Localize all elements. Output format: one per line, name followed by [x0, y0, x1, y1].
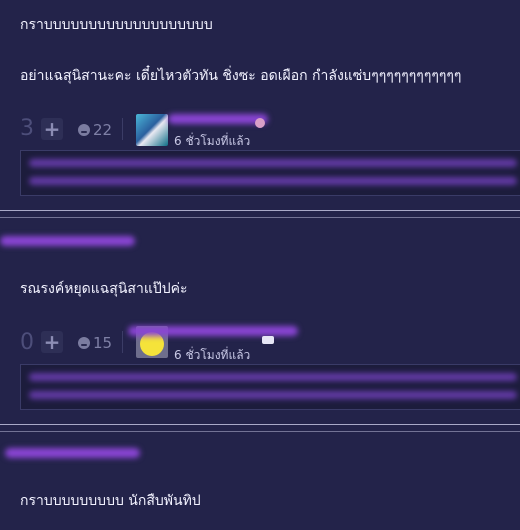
comment-2-signature	[20, 364, 520, 410]
badge-icon	[255, 118, 265, 128]
comment-2-emotion[interactable]: 15	[78, 334, 112, 352]
redacted-username[interactable]	[168, 114, 268, 124]
redacted-username[interactable]	[128, 326, 298, 336]
redacted-comment-header	[5, 448, 140, 458]
redacted-signature-line	[29, 177, 517, 185]
redacted-signature-line	[29, 391, 517, 399]
comment-1-emotion[interactable]: 22	[78, 121, 112, 139]
separator	[0, 424, 520, 425]
emotion-icon	[78, 124, 90, 136]
comment-1-title: กราบบบบบบบบบบบบบบบบบบบ	[20, 17, 213, 33]
comment-1-body: อย่าแฉสุนิสานะคะ เดี๋ยไหวตัวทัน ชิ่งซะ อ…	[20, 68, 462, 84]
comment-1-emotion-count: 22	[93, 121, 113, 139]
comment-2-time: 6 ชั่วโมงที่แล้ว	[174, 348, 251, 362]
divider	[122, 331, 123, 353]
divider	[122, 118, 123, 140]
comment-1-vote-count: 3	[20, 116, 34, 141]
separator	[0, 217, 520, 218]
plus-icon[interactable]: +	[41, 331, 63, 353]
comment-1-time: 6 ชั่วโมงที่แล้ว	[174, 134, 251, 148]
badge-icon	[262, 336, 274, 344]
avatar-icon[interactable]	[136, 114, 168, 146]
comment-2-emotion-count: 15	[93, 334, 113, 352]
comment-2-body: รณรงค์หยุดแฉสุนิสาแป๊ปค่ะ	[20, 281, 188, 297]
comment-1-signature	[20, 150, 520, 196]
separator	[0, 431, 520, 432]
separator	[0, 210, 520, 211]
redacted-signature-line	[29, 159, 517, 167]
comment-2-vote-count: 0	[20, 330, 34, 355]
comment-3-body: กราบบบบบบบบบ นักสืบพันทิป	[20, 493, 201, 509]
redacted-signature-line	[29, 373, 517, 381]
plus-icon[interactable]: +	[41, 118, 63, 140]
redacted-comment-header	[0, 236, 135, 246]
emotion-icon	[78, 337, 90, 349]
